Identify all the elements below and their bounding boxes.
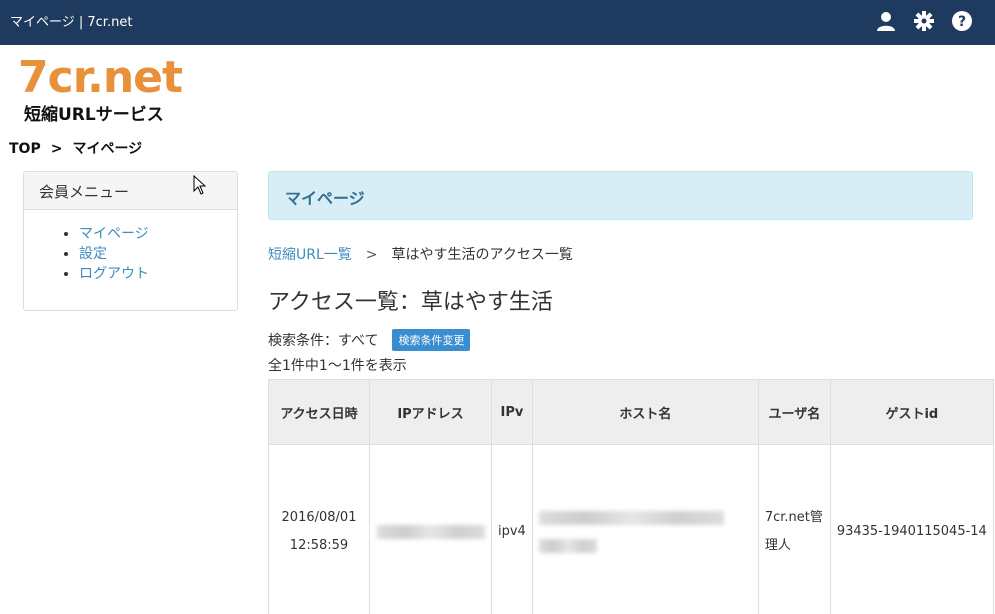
user-name-line1: 7cr.net管: [764, 510, 823, 525]
col-ipv[interactable]: IPv: [491, 379, 533, 445]
user-name-line2: 理人: [764, 538, 791, 553]
redacted-host-line1: [538, 510, 724, 525]
col-access-time[interactable]: アクセス日時: [268, 379, 370, 445]
redacted-ip: [376, 524, 485, 539]
cell-access-time: 2016/08/01 12:58:59: [268, 444, 370, 614]
table-row: 2016/08/01 12:58:59 ipv4 7cr.net管 理人 934…: [268, 444, 994, 614]
cell-ipv: ipv4: [491, 444, 533, 614]
cell-user-name: 7cr.net管 理人: [757, 444, 831, 614]
redacted-host-line2: [538, 538, 597, 553]
cell-ip-address: [369, 444, 492, 614]
table-viewport: アクセス日時 IPアドレス IPv ホスト名 ユーザ名 ゲストid 2016/0…: [0, 0, 995, 614]
access-table: アクセス日時 IPアドレス IPv ホスト名 ユーザ名 ゲストid 2016/0…: [268, 379, 994, 614]
col-user-name[interactable]: ユーザ名: [757, 379, 831, 445]
cell-guest-id: 93435-1940115045-14: [829, 444, 994, 614]
table-header-row: アクセス日時 IPアドレス IPv ホスト名 ユーザ名 ゲストid: [268, 379, 994, 445]
col-host-name[interactable]: ホスト名: [531, 379, 759, 445]
access-date: 2016/08/01: [281, 510, 357, 525]
col-guest-id[interactable]: ゲストid: [829, 379, 994, 445]
access-time: 12:58:59: [289, 538, 349, 553]
col-ip-address[interactable]: IPアドレス: [369, 379, 492, 445]
cell-host-name: [531, 444, 759, 614]
